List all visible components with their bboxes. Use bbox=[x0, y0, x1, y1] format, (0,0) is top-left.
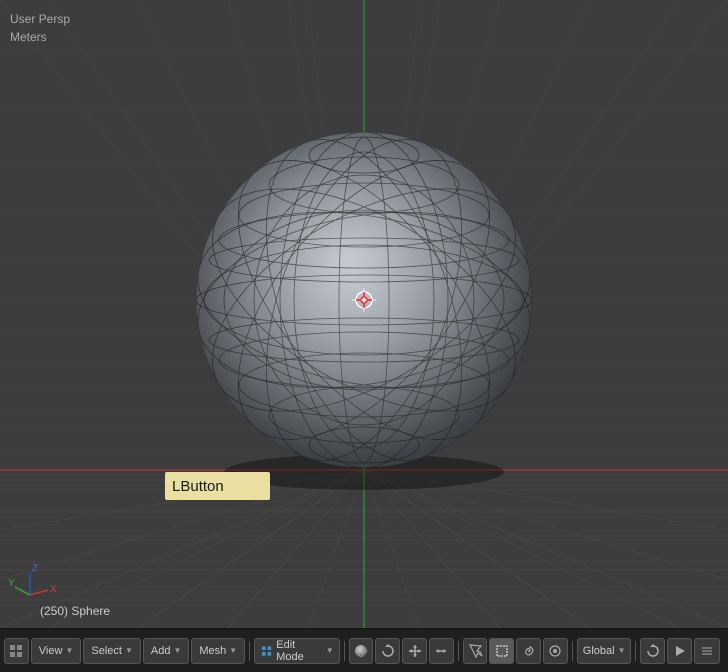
scale-btn[interactable] bbox=[402, 638, 427, 664]
transform-btn[interactable] bbox=[429, 638, 454, 664]
lasso-icon bbox=[521, 643, 537, 659]
select-box-icon bbox=[494, 643, 510, 659]
viewport: X Y Z LButton User Persp Meters (250) Sp… bbox=[0, 0, 728, 628]
add-chevron: ▼ bbox=[173, 646, 181, 655]
svg-text:LButton: LButton bbox=[172, 478, 224, 495]
select-menu-btn[interactable]: Select ▼ bbox=[83, 638, 141, 664]
lasso-btn[interactable] bbox=[516, 638, 541, 664]
cursor-icon bbox=[467, 643, 483, 659]
sphere-view-btn[interactable] bbox=[349, 638, 374, 664]
view-type: User Persp bbox=[10, 10, 70, 28]
timeline-btn[interactable] bbox=[694, 638, 720, 664]
scale-icon bbox=[407, 643, 423, 659]
toolbar: View ▼ Select ▼ Add ▼ Mesh ▼ Edit Mode ▼ bbox=[0, 628, 728, 672]
separator-2 bbox=[344, 641, 345, 661]
paint-btn[interactable] bbox=[543, 638, 568, 664]
separator-4 bbox=[572, 641, 573, 661]
svg-text:Z: Z bbox=[32, 563, 38, 574]
separator-5 bbox=[635, 641, 636, 661]
mode-icon-btn[interactable] bbox=[4, 638, 29, 664]
mesh-menu-btn[interactable]: Mesh ▼ bbox=[191, 638, 245, 664]
paint-icon bbox=[547, 643, 563, 659]
add-menu-btn[interactable]: Add ▼ bbox=[143, 638, 190, 664]
global-dropdown[interactable]: Global ▼ bbox=[577, 638, 632, 664]
object-info: (250) Sphere bbox=[40, 604, 110, 618]
mesh-chevron: ▼ bbox=[229, 646, 237, 655]
play-icon bbox=[673, 644, 687, 658]
svg-text:Y: Y bbox=[8, 578, 15, 589]
play-btn[interactable] bbox=[667, 638, 692, 664]
view-label: User Persp Meters bbox=[10, 10, 70, 46]
select-chevron: ▼ bbox=[125, 646, 133, 655]
edit-mode-dropdown[interactable]: Edit Mode ▼ bbox=[254, 638, 340, 664]
refresh-btn[interactable] bbox=[640, 638, 665, 664]
transform-icon bbox=[433, 643, 449, 659]
refresh-icon bbox=[646, 644, 660, 658]
svg-text:X: X bbox=[50, 584, 57, 595]
edit-mode-label: Edit Mode bbox=[276, 639, 322, 663]
rotate-icon bbox=[380, 643, 396, 659]
unit-label: Meters bbox=[10, 28, 70, 46]
edit-mode-icon bbox=[260, 644, 273, 658]
global-chevron: ▼ bbox=[618, 646, 626, 655]
cursor-btn[interactable] bbox=[463, 638, 488, 664]
view-chevron: ▼ bbox=[65, 646, 73, 655]
sphere-icon bbox=[353, 643, 369, 659]
select-box-btn[interactable] bbox=[489, 638, 514, 664]
separator-1 bbox=[249, 641, 250, 661]
rotate-btn[interactable] bbox=[375, 638, 400, 664]
edit-mode-chevron: ▼ bbox=[326, 646, 334, 655]
view-menu-btn[interactable]: View ▼ bbox=[31, 638, 82, 664]
separator-3 bbox=[458, 641, 459, 661]
timeline-icon bbox=[700, 644, 714, 658]
global-label: Global bbox=[583, 645, 615, 657]
